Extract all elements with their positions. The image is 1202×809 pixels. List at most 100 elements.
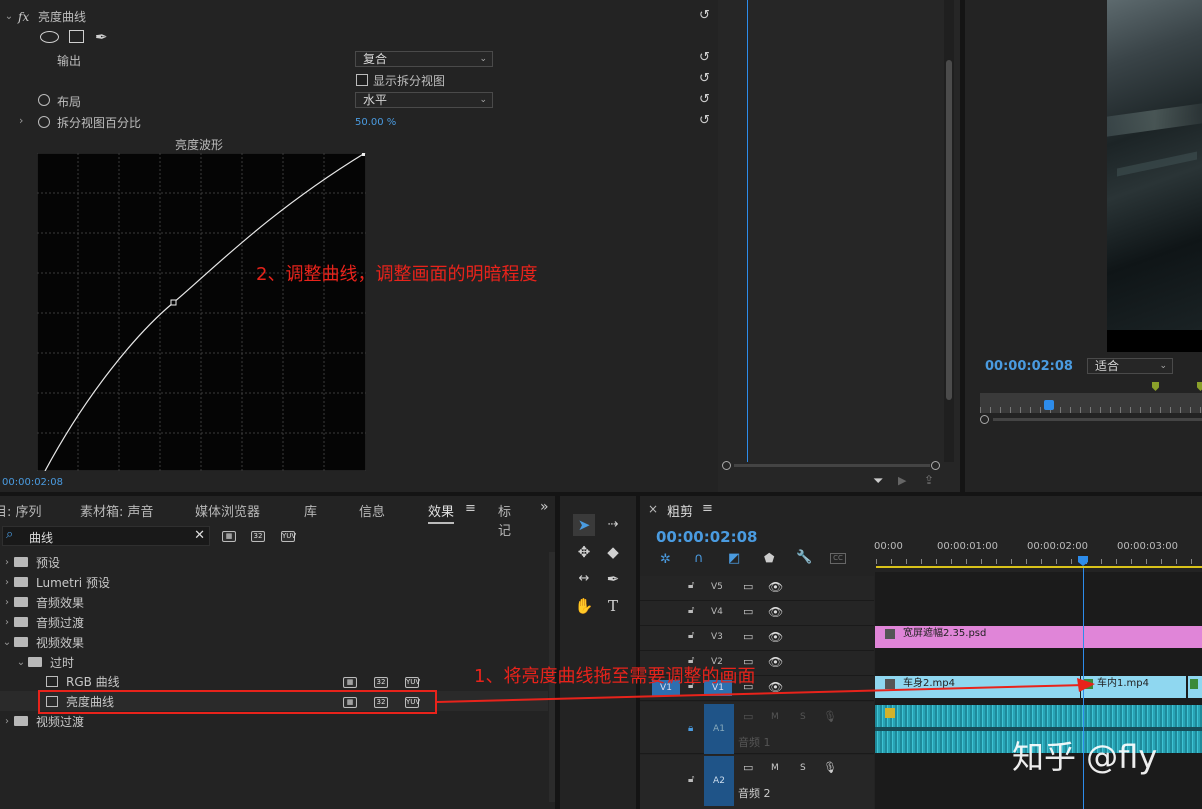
reset-icon[interactable]: ↺ <box>699 51 711 64</box>
sync-lock-icon[interactable]: ▭ <box>743 580 753 593</box>
lock-icon[interactable]: 🔒︎ <box>688 723 693 734</box>
program-ruler[interactable] <box>980 393 1202 413</box>
timeline-ruler[interactable]: 00:00 00:00:01:00 00:00:02:00 00:00:03:0… <box>874 524 1202 568</box>
pen-tool-icon[interactable]: ✒ <box>602 568 624 590</box>
expand-chevron-icon[interactable]: › <box>19 114 23 127</box>
chevron-right-icon[interactable]: › <box>0 557 14 568</box>
effect-controls-timecode[interactable]: 00:00:02:08 <box>2 477 63 488</box>
razor-tool-icon[interactable]: ◆ <box>602 541 624 563</box>
chevron-right-icon[interactable]: › <box>0 716 14 727</box>
hand-tool-icon[interactable]: ✋ <box>573 595 595 617</box>
tab-sequence[interactable]: 目: 序列 <box>0 501 42 520</box>
output-dropdown[interactable]: 复合 ⌄ <box>355 51 493 67</box>
stopwatch-icon[interactable] <box>38 116 50 128</box>
lock-icon[interactable]: 🔓︎ <box>688 630 694 641</box>
lock-icon[interactable]: 🔓︎ <box>688 605 694 616</box>
microphone-icon[interactable]: 🎙︎ <box>823 761 837 774</box>
tab-info[interactable]: 信息 <box>359 501 385 520</box>
type-tool-icon[interactable]: T <box>602 595 624 617</box>
track-header-v4[interactable] <box>640 601 874 626</box>
split-percent-value[interactable]: 50.00 % <box>355 117 396 128</box>
pen-mask-icon[interactable]: ✒ <box>95 28 108 46</box>
reset-icon[interactable]: ↺ <box>699 72 711 85</box>
yuv-filter-icon[interactable]: YUV <box>281 531 296 542</box>
eye-icon[interactable]: 👁︎ <box>768 605 783 619</box>
vertical-scrollbar[interactable] <box>944 0 954 462</box>
lock-icon[interactable]: 🔓︎ <box>688 774 694 785</box>
sync-lock-icon[interactable]: ▭ <box>743 761 753 774</box>
track-select-tool-icon[interactable]: ⇢ <box>602 514 624 536</box>
clear-search-icon[interactable]: ✕ <box>194 528 205 543</box>
rect-mask-icon[interactable] <box>69 30 84 43</box>
snap-nest-icon[interactable]: ✲ <box>660 552 671 567</box>
tab-menu-icon[interactable]: ≡ <box>702 501 713 516</box>
accelerated-filter-icon[interactable]: ▦ <box>222 531 236 542</box>
tree-item-lumetri[interactable]: › Lumetri 预设 <box>0 572 548 592</box>
split-view-checkbox[interactable] <box>356 74 368 86</box>
sync-lock-icon[interactable]: ▭ <box>743 605 753 618</box>
ellipse-mask-icon[interactable] <box>40 31 59 43</box>
close-tab-icon[interactable]: × <box>648 502 658 516</box>
reset-icon[interactable]: ↺ <box>699 93 711 106</box>
playhead-icon[interactable] <box>1078 556 1088 566</box>
eye-icon[interactable]: 👁︎ <box>768 630 783 644</box>
eye-icon[interactable]: 👁︎ <box>768 655 783 669</box>
more-tabs-icon[interactable]: » <box>540 499 549 515</box>
tab-bin-audio[interactable]: 素材箱: 声音 <box>80 501 154 520</box>
tab-library[interactable]: 库 <box>304 501 317 520</box>
slip-tool-icon[interactable]: ↔ <box>573 568 595 590</box>
filter-icon[interactable]: ⏷ <box>873 474 883 489</box>
fx-icon[interactable]: fx <box>18 10 38 24</box>
sync-lock-icon[interactable]: ▭ <box>743 630 753 643</box>
selection-tool-icon[interactable]: ➤ <box>573 514 595 536</box>
tab-markers[interactable]: 标记 <box>498 501 518 539</box>
tree-item-audio-transitions[interactable]: › 音频过渡 <box>0 612 548 632</box>
video-frame[interactable] <box>1107 0 1202 352</box>
captions-icon[interactable]: CC <box>830 553 846 564</box>
snap-icon[interactable]: ∩ <box>694 551 704 566</box>
program-timecode[interactable]: 00:00:02:08 <box>985 359 1073 374</box>
chevron-right-icon[interactable]: › <box>0 597 14 608</box>
32bit-filter-icon[interactable]: 32 <box>251 531 265 542</box>
track-header-v3[interactable] <box>640 626 874 651</box>
effects-search[interactable]: ⌕ 曲线 ✕ <box>2 526 210 546</box>
zoom-handle-icon[interactable] <box>980 415 989 424</box>
layout-dropdown[interactable]: 水平 ⌄ <box>355 92 493 108</box>
effect-controls-timeline[interactable]: ⏷ ▶ ⇪ <box>718 0 960 492</box>
reset-icon[interactable]: ↺ <box>699 114 711 127</box>
lock-icon[interactable]: 🔓︎ <box>688 580 694 591</box>
playhead-icon[interactable] <box>1044 400 1054 410</box>
eye-icon[interactable]: 👁︎ <box>768 580 783 594</box>
luma-curve-graph[interactable] <box>37 153 366 471</box>
add-marker-icon[interactable]: ⬟ <box>764 551 774 565</box>
chevron-right-icon[interactable]: › <box>0 617 14 628</box>
play-audio-icon[interactable]: ▶ <box>898 474 906 487</box>
panel-divider[interactable] <box>960 0 965 492</box>
chevron-down-icon[interactable]: ⌄ <box>14 657 28 668</box>
tree-item-obsolete[interactable]: ⌄ 过时 <box>0 652 548 672</box>
ripple-edit-tool-icon[interactable]: ✥ <box>573 541 595 563</box>
timeline-title[interactable]: 粗剪 <box>667 501 693 520</box>
reset-icon[interactable]: ↺ <box>699 9 711 22</box>
export-icon[interactable]: ⇪ <box>924 473 934 487</box>
tab-effects[interactable]: 效果 <box>428 501 455 524</box>
tab-media-browser[interactable]: 媒体浏览器 <box>195 501 260 520</box>
settings-wrench-icon[interactable]: 🔧 <box>796 550 812 565</box>
track-header-v5[interactable] <box>640 576 874 601</box>
fit-dropdown[interactable]: 适合 ⌄ <box>1087 358 1173 374</box>
timeline-timecode[interactable]: 00:00:02:08 <box>656 528 758 546</box>
tab-menu-icon[interactable]: ≡ <box>465 501 476 516</box>
tree-item-video-effects[interactable]: ⌄ 视频效果 <box>0 632 548 652</box>
collapse-chevron-icon[interactable]: ⌄ <box>0 11 18 22</box>
horizontal-scrollbar[interactable] <box>722 460 940 470</box>
tree-item-audio-effects[interactable]: › 音频效果 <box>0 592 548 612</box>
linked-selection-icon[interactable]: ◩ <box>728 551 740 566</box>
clip-v1-next[interactable] <box>1188 676 1202 698</box>
mute-button[interactable]: M <box>771 763 779 773</box>
chevron-right-icon[interactable]: › <box>0 577 14 588</box>
solo-button[interactable]: S <box>800 763 806 773</box>
clip-v3-matte[interactable]: 宽屏遮幅2.35.psd <box>875 626 1202 648</box>
track-target-a2[interactable]: A2 <box>704 756 734 806</box>
chevron-down-icon[interactable]: ⌄ <box>0 637 14 648</box>
tree-item-presets[interactable]: › 预设 <box>0 552 548 572</box>
